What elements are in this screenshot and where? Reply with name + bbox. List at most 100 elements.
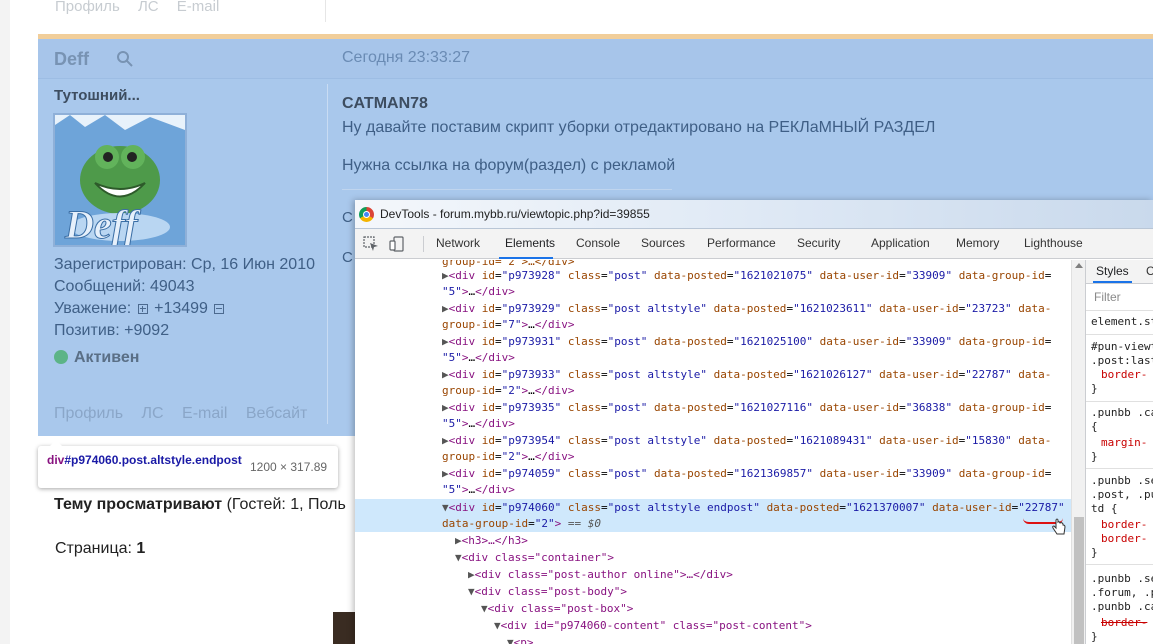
dom-node-line-cont[interactable]: data-group-id="2"> == $0 [442,516,601,532]
top-profile-links: Профиль ЛС E-mail [55,0,233,15]
tab-lighthouse[interactable]: Lighthouse [1024,236,1083,250]
dom-user-id: 22787 [1024,501,1059,514]
email-link[interactable]: E-mail [177,0,220,15]
styles-separator [1086,468,1153,469]
dom-node-line[interactable]: ▶<div id="p973928" class="post" data-pos… [442,268,1051,284]
dom-node-line-cont[interactable]: "5">…</div> [442,482,515,498]
dom-child-post-content[interactable]: ▼<div id="p974060-content" class="post-c… [494,618,812,634]
inspect-element-icon[interactable] [363,236,379,252]
respect-label: Уважение: [54,300,132,317]
dom-node-line-selected[interactable]: ▼<div id="p974060" class="post altstyle … [442,500,1065,516]
styles-pane: Styles C Filter element.st #pun-viewt .p… [1085,260,1153,644]
active-tab-underline [499,257,553,259]
style-line[interactable]: .punbb .ca [1091,406,1153,419]
current-page[interactable]: 1 [136,540,145,557]
style-property[interactable]: margin- [1101,436,1147,449]
positive-rating: Позитив: +9092 [54,322,170,339]
dom-child-post-box[interactable]: ▼<div class="post-box"> [481,601,633,617]
respect-plus-icon[interactable] [137,303,148,314]
post-author-name[interactable]: Deff [54,49,89,70]
pm-link[interactable]: ЛС [138,0,159,15]
post-text-line: Ну давайте поставим скрипт уборки отреда… [342,119,936,136]
style-line[interactable]: td { [1091,502,1118,515]
style-line: } [1091,546,1098,559]
dom-node-line[interactable]: ▶<div id="p973954" class="post altstyle"… [442,433,1051,449]
style-line: } [1091,450,1098,463]
styles-tabbar: Styles C [1086,260,1153,284]
quote-author: CATMAN78 [342,95,428,112]
post-text-line: Нужна ссылка на форум(раздел) с рекламой [342,157,676,174]
style-line[interactable]: .forum, .p [1091,586,1153,599]
email-link[interactable]: E-mail [182,405,227,422]
tab-elements[interactable]: Elements [505,236,555,250]
respect-minus-icon[interactable] [214,303,225,314]
style-property[interactable]: border- [1101,532,1147,545]
dom-child-h3[interactable]: ▶<h3>…</h3> [455,533,528,549]
dom-node-line[interactable]: ▶<div id="p973935" class="post" data-pos… [442,400,1051,416]
dom-node-line-cont[interactable]: "5">…</div> [442,416,515,432]
scroll-thumb[interactable] [1074,517,1084,644]
dom-user-id: 22787 [971,368,1006,381]
style-line[interactable]: .post, .pu [1091,488,1153,501]
dom-node-line-cont[interactable]: "5">…</div> [442,350,515,366]
dom-node-line-cont[interactable]: group-id="2">…</div> [442,449,574,465]
devtools-title: DevTools - forum.mybb.ru/viewtopic.php?i… [380,207,650,221]
dom-posted: 1621025100 [740,335,807,348]
status-dot-icon [54,350,68,364]
dom-posted: 1621027116 [740,401,807,414]
style-line[interactable]: #pun-viewt [1091,340,1153,353]
style-line[interactable]: .punbb .se [1091,474,1153,487]
dom-class: post [614,335,641,348]
post-text-cut: С [342,249,353,266]
device-toolbar-icon[interactable] [389,236,405,252]
tab-memory[interactable]: Memory [956,236,999,250]
style-property-overridden[interactable]: border- [1101,616,1147,629]
dom-child-p[interactable]: ▼<p> [507,635,534,644]
style-line[interactable]: .punbb .se [1091,572,1153,585]
post-timestamp[interactable]: Сегодня 23:33:27 [342,49,470,67]
tab-sources[interactable]: Sources [641,236,685,250]
styles-filter-input[interactable]: Filter [1094,290,1121,304]
dom-node-line-cont[interactable]: group-id="2">…</div> [442,383,574,399]
dom-node-line[interactable]: ▶<div id="p973929" class="post altstyle"… [442,301,1051,317]
profile-link[interactable]: Профиль [54,405,123,422]
elements-dom-tree[interactable]: group-id="2">…</div> ▶<div id="p973928" … [355,260,1071,644]
dom-user-id: 36838 [912,401,946,414]
tab-performance[interactable]: Performance [707,236,776,250]
message-count: Сообщений: 49043 [54,278,195,295]
dom-child-container[interactable]: ▼<div class="container"> [455,550,614,566]
style-line[interactable]: .post:last [1091,354,1153,367]
dom-node-line-cont[interactable]: group-id="7">…</div> [442,317,574,333]
dom-partial-text: group-id="2">…</div> [442,260,575,268]
style-property[interactable]: border- [1101,518,1147,531]
style-line[interactable]: .punbb .ca [1091,600,1153,613]
dom-id: p973929 [508,302,555,315]
tab-console[interactable]: Console [576,236,620,250]
dom-node-line-cont[interactable]: "5">…</div> [442,284,515,300]
pm-link[interactable]: ЛС [142,405,164,422]
style-property[interactable]: border- [1101,368,1147,381]
dom-group-id: 2 [508,450,515,463]
tab-application[interactable]: Application [871,236,930,250]
dom-class: post altstyle [614,368,701,381]
dom-node-line[interactable]: ▶<div id="p973933" class="post altstyle"… [442,367,1051,383]
dom-tree-scrollbar[interactable] [1071,260,1085,644]
tab-security[interactable]: Security [797,236,840,250]
profile-link[interactable]: Профиль [55,0,120,15]
tab-network[interactable]: Network [436,236,480,250]
devtools-titlebar[interactable]: DevTools - forum.mybb.ru/viewtopic.php?i… [355,200,1153,229]
dom-child-post-author[interactable]: ▶<div class="post-author online">…</div> [468,567,733,583]
tab-computed[interactable]: C [1146,264,1153,278]
dom-class: post altstyle [614,434,701,447]
dom-id: p973954 [508,434,555,447]
dom-child-post-body[interactable]: ▼<div class="post-body"> [468,584,627,600]
style-line[interactable]: element.st [1091,315,1153,328]
style-line: } [1091,382,1098,395]
inspect-tooltip: div#p974060.post.altstyle.endpost 1200 ×… [38,440,338,488]
search-icon[interactable] [116,50,133,67]
dom-node-line[interactable]: ▶<div id="p974059" class="post" data-pos… [442,466,1051,482]
tab-styles[interactable]: Styles [1093,264,1132,283]
website-link[interactable]: Вебсайт [246,405,308,422]
dom-node-line[interactable]: ▶<div id="p973931" class="post" data-pos… [442,334,1051,350]
scroll-up-icon[interactable] [1075,263,1083,268]
